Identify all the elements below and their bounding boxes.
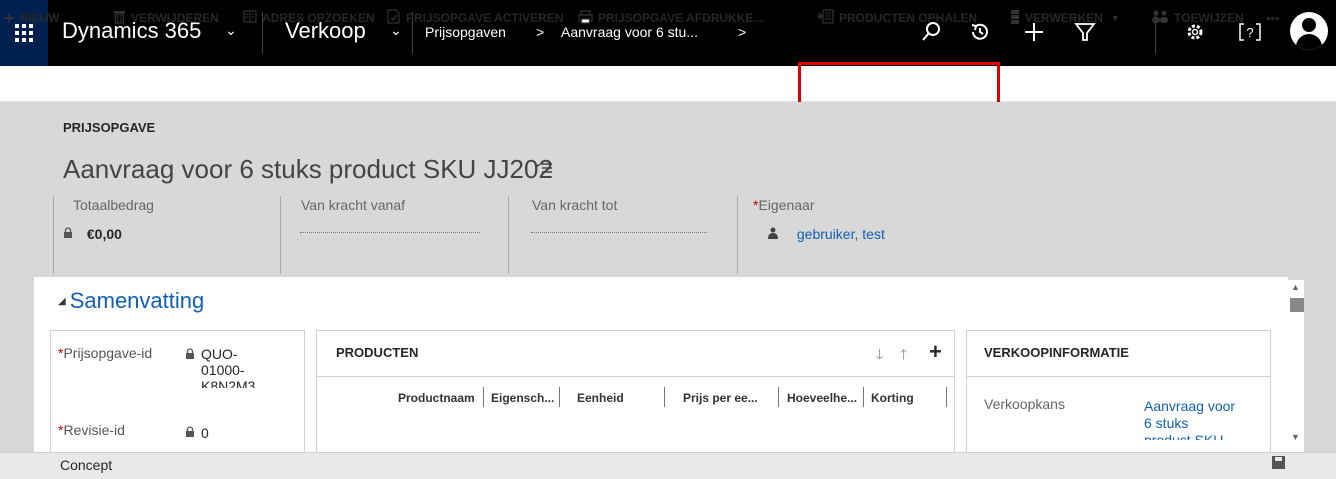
revision-id-label-text: Revisie-id (63, 422, 125, 438)
lookup-address-label: ADRES OPZOEKEN (262, 11, 375, 25)
move-down-icon[interactable]: 🡓 (876, 344, 883, 368)
get-products-icon (816, 9, 834, 27)
quote-id-line-3: K8N2M3 (201, 378, 256, 388)
add-product-icon[interactable]: + (929, 339, 942, 365)
column-separator[interactable] (664, 387, 665, 407)
chevron-down-icon[interactable]: ⌄ (225, 22, 237, 39)
effective-from-label: Van kracht vanaf (301, 197, 406, 213)
column-header-properties[interactable]: Eigensch... (491, 391, 554, 405)
get-products-label: PRODUCTEN OPHALEN (839, 11, 978, 25)
lookup-address-button[interactable]: ADRES OPZOEKEN (243, 8, 375, 28)
activate-quote-label: PRIJSOPGAVE ACTIVEREN (406, 11, 564, 25)
column-separator[interactable] (946, 387, 947, 407)
column-header-discount[interactable]: Korting (871, 391, 914, 405)
new-label: NIEUW (19, 11, 60, 25)
column-separator[interactable] (863, 387, 864, 407)
scroll-thumb[interactable] (1290, 298, 1304, 312)
header-field-divider (280, 196, 281, 274)
record-status: Concept (60, 457, 113, 473)
scroll-down-icon[interactable]: ▼ (1291, 432, 1300, 442)
column-header-quantity[interactable]: Hoeveelhe... (787, 391, 857, 405)
column-header-product-name[interactable]: Productnaam (398, 391, 475, 405)
command-bar (0, 66, 1336, 102)
more-commands-button[interactable]: ••• (1266, 8, 1280, 28)
products-divider (317, 376, 954, 377)
quote-id-value: QUO- 01000- K8N2M3 (201, 346, 255, 388)
header-field-divider (737, 196, 738, 274)
owner-link[interactable]: gebruiker, test (797, 226, 885, 242)
quote-id-line-1: QUO- (201, 346, 238, 362)
delete-label: VERWIJDEREN (131, 11, 219, 25)
lock-icon (63, 226, 77, 242)
owner-label: *Eigenaar (753, 197, 815, 213)
print-quote-label: PRIJSOPGAVE AFDRUKKE... (598, 11, 764, 25)
print-icon (578, 9, 593, 27)
user-icon (768, 226, 782, 242)
opportunity-line-1: Aanvraag voor (1144, 398, 1236, 414)
column-header-price-per-unit[interactable]: Prijs per ee... (683, 391, 758, 405)
column-separator[interactable] (483, 387, 484, 407)
effective-from-field[interactable] (300, 232, 480, 233)
column-separator[interactable] (559, 387, 560, 407)
svg-text:?: ? (1246, 25, 1253, 40)
document-check-icon (387, 9, 401, 27)
lock-icon (185, 347, 195, 363)
process-label: VERWERKEN (1025, 11, 1103, 25)
assign-label: TOEWIJZEN (1174, 11, 1244, 25)
quote-id-line-2: 01000- (201, 362, 245, 378)
opportunity-line-2: 6 stuks (1144, 415, 1189, 431)
column-header-unit[interactable]: Eenheid (577, 391, 624, 405)
highlight-box (798, 62, 1000, 106)
new-button[interactable]: + NIEUW (4, 8, 60, 28)
total-amount-value: €0,00 (63, 226, 122, 242)
print-quote-button[interactable]: PRIJSOPGAVE AFDRUKKE... (578, 8, 763, 28)
total-amount-label: Totaalbedrag (73, 197, 154, 213)
user-avatar[interactable] (1290, 12, 1328, 50)
effective-to-field[interactable] (531, 232, 707, 233)
revision-id-label: *Revisie-id (58, 422, 125, 438)
opportunity-label: Verkoopkans (984, 396, 1065, 412)
move-up-icon[interactable]: 🡑 (900, 344, 907, 368)
save-icon[interactable] (1272, 456, 1285, 469)
caret-down-icon: ▼ (1110, 13, 1120, 23)
record-set-icon[interactable] (535, 161, 553, 179)
entity-type-label: PRIJSOPGAVE (63, 120, 156, 135)
status-bar (0, 452, 1336, 479)
opportunity-link[interactable]: Aanvraag voor 6 stuks product SKU (1144, 398, 1264, 440)
effective-to-label: Van kracht tot (532, 197, 618, 213)
lock-icon (185, 425, 195, 441)
assign-button[interactable]: TOEWIJZEN (1151, 8, 1244, 28)
activate-quote-button[interactable]: PRIJSOPGAVE ACTIVEREN (387, 8, 563, 28)
owner-field[interactable]: gebruiker, test (768, 226, 907, 242)
get-products-button[interactable]: PRODUCTEN OPHALEN (816, 8, 977, 28)
assign-users-icon (1151, 9, 1169, 27)
process-icon (1010, 9, 1020, 28)
address-book-icon (243, 10, 257, 26)
vertical-scrollbar[interactable]: ▲ ▼ (1288, 280, 1304, 452)
process-button[interactable]: VERWERKEN ▼ (1010, 8, 1125, 28)
revision-id-value: 0 (185, 425, 209, 441)
total-amount-text: €0,00 (86, 226, 122, 242)
header-field-divider (508, 196, 509, 274)
quote-id-label-text: Prijsopgave-id (63, 345, 153, 361)
quote-id-label: *Prijsopgave-id (58, 345, 152, 361)
opportunity-line-3: product SKU (1144, 432, 1224, 440)
page-title: Aanvraag voor 6 stuks product SKU JJ202 (63, 154, 553, 184)
header-field-divider (53, 196, 54, 274)
plus-icon: + (4, 7, 15, 28)
section-summary-header[interactable]: ◢ Samenvatting (58, 288, 204, 314)
column-separator[interactable] (778, 387, 779, 407)
delete-button[interactable]: VERWIJDEREN (113, 8, 219, 28)
products-heading: PRODUCTEN (336, 345, 419, 360)
collapse-triangle-icon: ◢ (58, 296, 66, 307)
sales-info-heading: VERKOOPINFORMATIE (984, 345, 1129, 360)
owner-label-text: Eigenaar (758, 197, 815, 213)
sales-info-divider (967, 376, 1270, 377)
record-header (0, 102, 1336, 277)
section-summary-title: Samenvatting (69, 288, 205, 313)
scroll-up-icon[interactable]: ▲ (1291, 282, 1300, 292)
revision-id-text: 0 (201, 425, 209, 441)
trash-icon (113, 10, 126, 27)
